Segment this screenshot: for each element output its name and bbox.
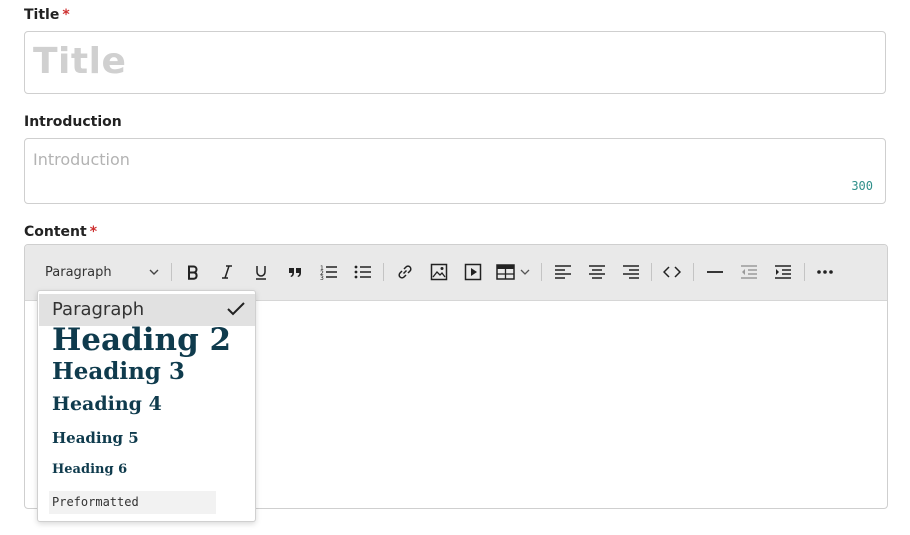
toolbar-divider [804, 263, 805, 281]
required-mark: * [89, 224, 98, 240]
introduction-label-text: Introduction [24, 114, 122, 130]
image-icon[interactable] [428, 259, 450, 285]
italic-icon[interactable] [216, 259, 238, 285]
toolbar-divider [383, 263, 384, 281]
more-icon[interactable] [814, 259, 836, 285]
content-label: Content * [24, 224, 97, 240]
dropdown-item-heading-4[interactable]: Heading 4 [52, 393, 162, 415]
numbered-list-icon[interactable]: 123 [318, 259, 340, 285]
align-right-icon[interactable] [620, 259, 642, 285]
align-left-icon[interactable] [552, 259, 574, 285]
dropdown-item-heading-3[interactable]: Heading 3 [52, 358, 185, 385]
horizontal-line-icon[interactable] [704, 259, 726, 285]
indent-icon[interactable] [772, 259, 794, 285]
link-icon[interactable] [394, 259, 416, 285]
block-format-select[interactable]: Paragraph [39, 259, 161, 285]
dropdown-item-heading-2[interactable]: Heading 2 [52, 322, 231, 358]
character-counter: 300 [851, 179, 873, 193]
blockquote-icon[interactable] [284, 259, 306, 285]
dropdown-item-heading-5[interactable]: Heading 5 [52, 429, 139, 447]
dropdown-item-preformatted[interactable]: Preformatted [49, 491, 216, 514]
toolbar-divider [651, 263, 652, 281]
title-label: Title * [24, 7, 70, 23]
dropdown-item-paragraph-label[interactable]: Paragraph [52, 299, 144, 320]
checkmark-icon [226, 300, 246, 323]
dropdown-item-heading-6[interactable]: Heading 6 [52, 462, 127, 477]
title-label-text: Title [24, 7, 60, 23]
toolbar-divider [171, 263, 172, 281]
title-placeholder: Title [33, 41, 127, 82]
underline-icon[interactable] [250, 259, 272, 285]
content-label-text: Content [24, 224, 87, 240]
block-format-value: Paragraph [45, 264, 112, 280]
title-input[interactable]: Title [24, 31, 886, 94]
toolbar-divider [541, 263, 542, 281]
outdent-icon[interactable] [738, 259, 760, 285]
introduction-label: Introduction [24, 114, 122, 130]
block-format-dropdown: Paragraph Heading 2 Heading 3 Heading 4 … [37, 290, 256, 522]
bulleted-list-icon[interactable] [352, 259, 374, 285]
required-mark: * [62, 7, 70, 23]
svg-text:3: 3 [320, 275, 324, 280]
media-embed-icon[interactable] [462, 259, 484, 285]
align-center-icon[interactable] [586, 259, 608, 285]
code-block-icon[interactable] [661, 259, 683, 285]
toolbar-divider [693, 263, 694, 281]
table-icon[interactable] [495, 259, 533, 285]
introduction-placeholder: Introduction [33, 150, 130, 169]
chevron-down-icon [147, 265, 161, 283]
bold-icon[interactable] [182, 259, 204, 285]
introduction-input[interactable]: Introduction 300 [24, 138, 886, 204]
